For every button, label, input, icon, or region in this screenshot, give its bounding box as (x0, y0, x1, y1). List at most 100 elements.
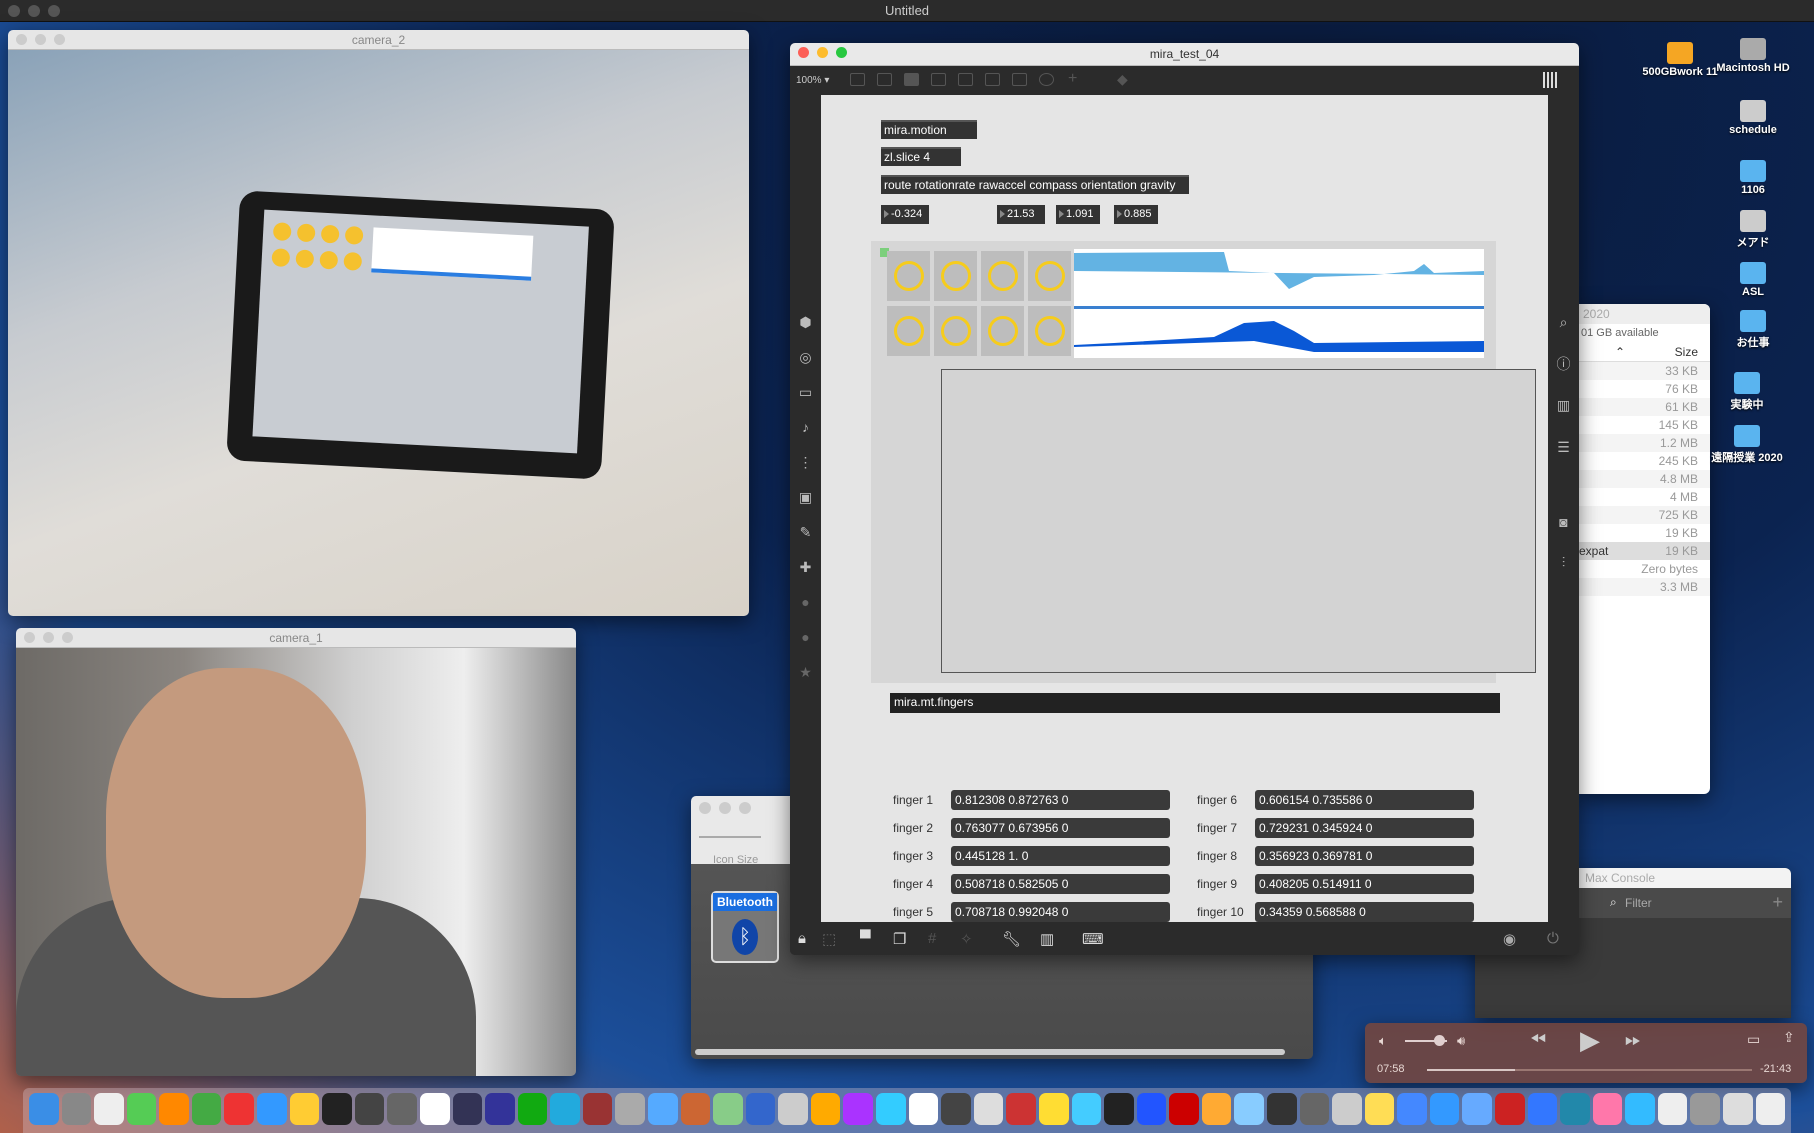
image-icon[interactable]: ▣ (798, 490, 813, 505)
piano-icon[interactable]: ▥ (1040, 930, 1054, 948)
dock-app-icon[interactable] (1625, 1093, 1655, 1125)
dock-app-icon[interactable] (615, 1093, 645, 1125)
plugin-icon[interactable]: ✚ (798, 560, 813, 575)
dock-app-icon[interactable] (419, 1093, 450, 1125)
multitouch-area[interactable] (941, 369, 1536, 673)
dock-app-icon[interactable] (1038, 1093, 1069, 1125)
dock-app-icon[interactable] (1495, 1093, 1525, 1125)
desktop-icon[interactable]: ASL (1708, 262, 1798, 298)
file-row[interactable]: 3.3 MB (1579, 578, 1710, 596)
dial-icon[interactable] (1039, 73, 1054, 86)
slider-icon[interactable] (1012, 73, 1027, 86)
touch-pad-3[interactable] (981, 251, 1024, 301)
dock-app-icon[interactable] (517, 1093, 548, 1125)
dock-app-icon[interactable] (322, 1093, 352, 1125)
music-note-icon[interactable]: ♪ (798, 420, 813, 435)
dock-app-icon[interactable] (550, 1093, 580, 1125)
dock-app-icon[interactable] (1592, 1093, 1623, 1125)
dock-app-icon[interactable] (485, 1093, 515, 1125)
window-controls[interactable] (699, 802, 751, 814)
dock-app-icon[interactable] (94, 1093, 124, 1125)
file-row[interactable]: 725 KB (1579, 506, 1710, 524)
cube-icon[interactable]: ⬢ (798, 315, 813, 330)
file-row[interactable]: 1.2 MB (1579, 434, 1710, 452)
number-box[interactable]: 21.53 (997, 205, 1045, 224)
power-icon[interactable]: ⏻ (1547, 930, 1559, 947)
panel-icon[interactable]: ▭ (798, 385, 813, 400)
dock-app-icon[interactable] (582, 1093, 613, 1125)
dock-app-icon[interactable] (1755, 1093, 1786, 1125)
number-icon[interactable] (985, 73, 1000, 86)
file-row[interactable]: 4.8 MB (1579, 470, 1710, 488)
mixer-icon[interactable]: ⫶ (1556, 555, 1571, 570)
finger-message-box[interactable]: 0.408205 0.514911 0 (1255, 874, 1474, 894)
dock-app-icon[interactable] (1169, 1093, 1199, 1125)
file-row[interactable]: 19 KB (1579, 524, 1710, 542)
play-icon[interactable]: ◉ (1503, 930, 1516, 948)
dock-app-icon[interactable] (908, 1093, 939, 1125)
finger-message-box[interactable]: 0.606154 0.735586 0 (1255, 790, 1474, 810)
target-icon[interactable]: ◎ (798, 350, 813, 365)
paperclip-icon[interactable]: ✎ (798, 525, 813, 540)
zoom-dropdown[interactable]: 100% ▾ (796, 75, 829, 86)
desktop-icon[interactable]: Macintosh HD (1708, 38, 1798, 74)
dock-app-icon[interactable] (224, 1093, 255, 1125)
window-controls[interactable] (798, 47, 847, 58)
dock-app-icon[interactable] (1006, 1093, 1036, 1125)
message-icon[interactable] (877, 73, 892, 86)
icon-size-slider[interactable] (699, 836, 761, 838)
desktop-icon[interactable]: 実験中 (1702, 372, 1792, 412)
file-row[interactable]: 76 KB (1579, 380, 1710, 398)
grid-icon[interactable] (1543, 72, 1559, 88)
v8-icon[interactable]: ● (798, 595, 813, 610)
toggle-icon[interactable] (958, 73, 973, 86)
dock-app-icon[interactable] (810, 1093, 841, 1125)
touch-pad-7[interactable] (981, 306, 1024, 356)
number-box[interactable]: 0.885 (1114, 205, 1158, 224)
volume-slider[interactable] (1405, 1035, 1447, 1046)
window-controls[interactable] (24, 632, 73, 643)
dock-app-icon[interactable] (1104, 1093, 1134, 1125)
dock-app-icon[interactable] (1657, 1093, 1688, 1125)
add-icon[interactable]: + (1772, 892, 1783, 913)
file-row[interactable]: expat 19 KB (1579, 542, 1710, 560)
scrollbar[interactable] (695, 1049, 1285, 1055)
touch-pad-6[interactable] (934, 306, 977, 356)
button-icon[interactable] (931, 73, 946, 86)
dock-app-icon[interactable] (1299, 1093, 1330, 1125)
route-object[interactable]: route rotationrate rawaccel compass orie… (881, 175, 1189, 194)
fast-forward-button[interactable]: ⏩︎ (1625, 1029, 1641, 1052)
window-controls[interactable] (8, 5, 60, 17)
dock-app-icon[interactable] (680, 1093, 711, 1125)
file-row[interactable]: 245 KB (1579, 452, 1710, 470)
lock-icon[interactable]: 🔒︎ (798, 930, 806, 947)
window-controls[interactable] (16, 34, 65, 45)
paint-icon[interactable]: ◆ (1117, 71, 1128, 88)
book-icon[interactable]: ▥ (1556, 398, 1571, 413)
file-row[interactable]: 61 KB (1579, 398, 1710, 416)
dock-app-icon[interactable] (1429, 1093, 1460, 1125)
select-icon[interactable]: ⬚ (822, 930, 836, 948)
dock-app-icon[interactable] (1723, 1093, 1753, 1125)
comment-icon[interactable] (904, 73, 919, 86)
dock-app-icon[interactable] (1560, 1093, 1590, 1125)
desktop-icon[interactable]: schedule (1708, 100, 1798, 136)
finger-message-box[interactable]: 0.763077 0.673956 0 (951, 818, 1170, 838)
desktop-icon[interactable]: 遠隔授業 2020 (1702, 425, 1792, 465)
dock-app-icon[interactable] (745, 1093, 776, 1125)
dock-app-icon[interactable] (778, 1093, 808, 1125)
dock-app-icon[interactable] (289, 1093, 320, 1125)
star-icon[interactable]: ★ (798, 665, 813, 680)
finger-message-box[interactable]: 0.445128 1. 0 (951, 846, 1170, 866)
finger-message-box[interactable]: 0.708718 0.992048 0 (951, 902, 1170, 922)
dock-app-icon[interactable] (1071, 1093, 1102, 1125)
desktop-icon[interactable]: お仕事 (1708, 310, 1798, 350)
touch-pad-2[interactable] (934, 251, 977, 301)
info-icon[interactable]: ⓘ (1556, 357, 1571, 372)
mira-mt-fingers-object[interactable]: mira.mt.fingers (890, 693, 1500, 713)
search-icon[interactable]: ⌕ (1556, 315, 1571, 330)
dock-app-icon[interactable] (1266, 1093, 1297, 1125)
dock-app-icon[interactable] (452, 1093, 483, 1125)
finger-message-box[interactable]: 0.729231 0.345924 0 (1255, 818, 1474, 838)
number-box[interactable]: 1.091 (1056, 205, 1100, 224)
